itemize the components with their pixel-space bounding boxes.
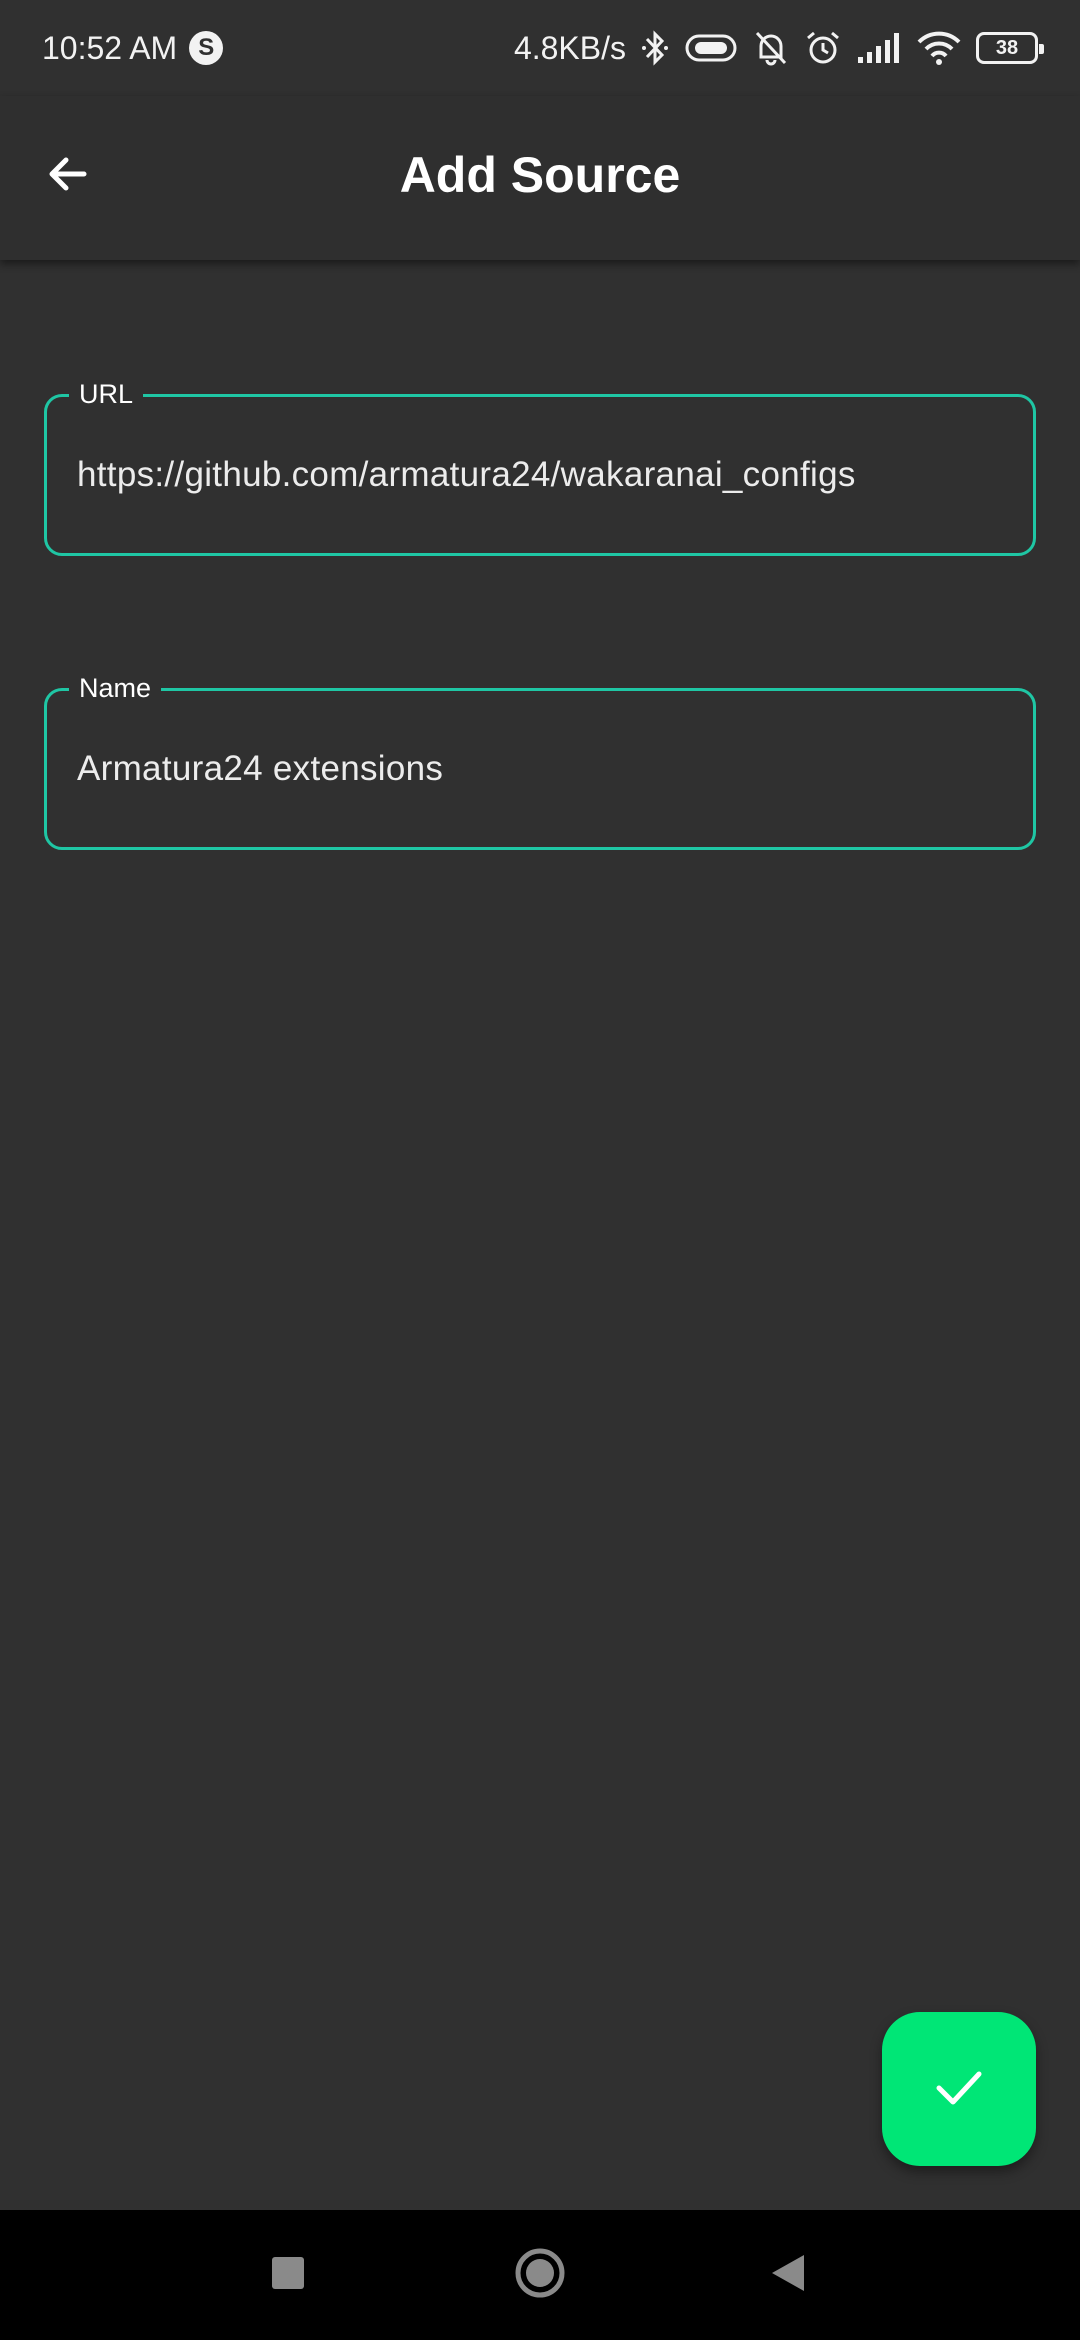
url-field[interactable]: URL [44, 379, 1036, 556]
name-field-label: Name [69, 673, 162, 704]
app-indicator-icon: S [189, 31, 224, 65]
url-field-label: URL [69, 379, 144, 410]
save-fab-button[interactable] [882, 2012, 1036, 2166]
screen: 10:52 AM S 4.8KB/s 38 Add Source URL htt… [0, 0, 1080, 2340]
status-time: 10:52 AM [42, 29, 178, 66]
signal-icon [856, 28, 902, 68]
alarm-icon [804, 28, 842, 68]
network-speed: 4.8KB/s [513, 29, 626, 66]
check-icon [931, 2059, 987, 2120]
wifi-icon [916, 28, 962, 68]
recents-button[interactable] [248, 2240, 328, 2310]
url-input[interactable] [77, 445, 1013, 505]
back-triangle-icon [768, 2253, 808, 2298]
recents-icon [270, 2255, 306, 2296]
status-left: 10:52 AM S [42, 29, 224, 67]
name-input[interactable] [77, 739, 1013, 799]
battery-level: 38 [995, 36, 1019, 59]
muted-bell-icon [752, 28, 790, 68]
vibrate-icon [684, 28, 738, 68]
home-button[interactable] [500, 2240, 580, 2310]
page-title: Add Source [399, 147, 681, 203]
system-nav-bar [0, 2210, 1080, 2340]
system-back-button[interactable] [748, 2240, 828, 2310]
app-bar: Add Source [0, 96, 1080, 260]
bluetooth-icon [640, 28, 670, 68]
battery-icon: 38 [976, 32, 1044, 64]
name-field[interactable]: Name [44, 673, 1036, 850]
status-bar: 10:52 AM S 4.8KB/s 38 [0, 0, 1080, 96]
status-right: 4.8KB/s 38 [513, 28, 1044, 68]
home-icon [513, 2246, 567, 2305]
